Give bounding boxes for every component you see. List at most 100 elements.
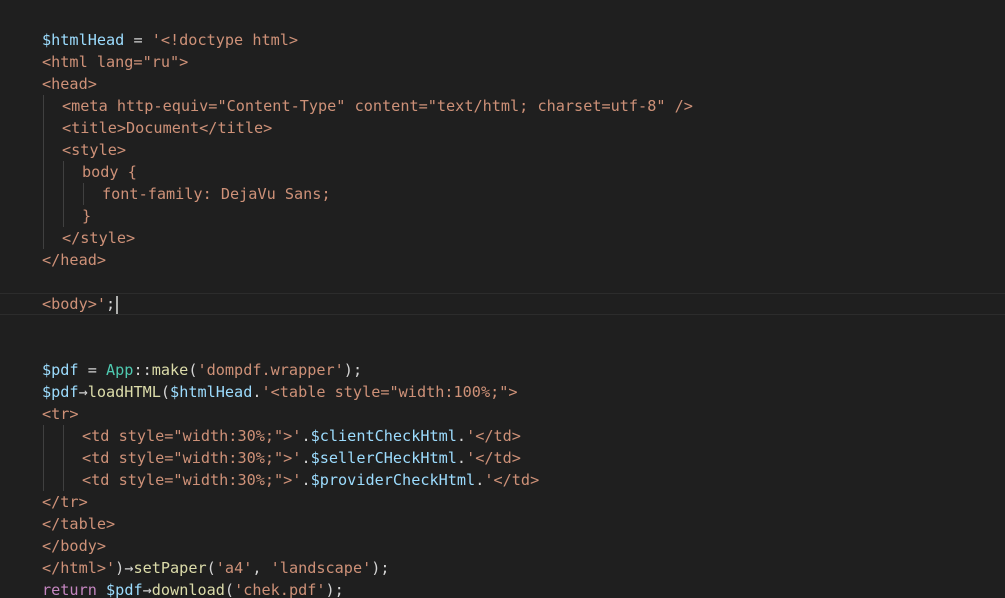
code-line[interactable]: <title>Document</title> xyxy=(42,117,693,139)
code-token: $pdf xyxy=(42,361,79,379)
code-token: </html>' xyxy=(42,559,116,577)
code-token: <title>Document</title> xyxy=(62,119,273,137)
line-content: $htmlHead = '<!doctype html> xyxy=(42,31,298,49)
code-line[interactable]: body { xyxy=(42,161,693,183)
code-token: } xyxy=(82,207,92,225)
code-token: <tr> xyxy=(42,405,79,423)
code-token: </head> xyxy=(42,251,107,269)
code-token: $htmlHead xyxy=(42,31,125,49)
code-token: ( xyxy=(224,581,235,598)
code-line[interactable]: $pdf = App::make('dompdf.wrapper'); xyxy=(42,359,693,381)
code-token: '</td> xyxy=(484,471,540,489)
code-token: . xyxy=(301,427,311,445)
code-token: body { xyxy=(82,163,137,181)
line-content: <meta http-equiv="Content-Type" content=… xyxy=(42,97,693,115)
code-token: App xyxy=(106,361,134,379)
line-content: } xyxy=(42,207,91,225)
code-token: = xyxy=(124,31,152,49)
code-line[interactable]: </html>')→setPaper('a4', 'landscape'); xyxy=(42,557,693,579)
line-content: <td style="width:30%;">'.$clientCheckHtm… xyxy=(42,427,521,445)
code-line[interactable]: $pdf→loadHTML($htmlHead.'<table style="w… xyxy=(42,381,693,403)
line-content: </body> xyxy=(42,537,106,555)
code-token: <body>' xyxy=(42,295,107,313)
line-content: $pdf→loadHTML($htmlHead.'<table style="w… xyxy=(42,383,518,401)
code-line[interactable] xyxy=(42,315,693,337)
code-token: $htmlHead xyxy=(170,383,253,401)
code-line[interactable]: <meta http-equiv="Content-Type" content=… xyxy=(42,95,693,117)
code-token: '</td> xyxy=(466,427,521,445)
code-token: ( xyxy=(206,559,216,577)
code-token: ) xyxy=(115,559,125,577)
line-content: </head> xyxy=(42,251,106,269)
code-line[interactable]: font-family: DejaVu Sans; xyxy=(42,183,693,205)
code-token: <meta http-equiv="Content-Type" content=… xyxy=(62,97,693,115)
code-token: setPaper xyxy=(133,559,207,577)
code-line[interactable]: <body>'; xyxy=(42,293,693,315)
line-content: </style> xyxy=(42,229,135,247)
line-content: <head> xyxy=(42,75,97,93)
line-content: <td style="width:30%;">'.$sellerCHeckHtm… xyxy=(42,449,521,467)
code-token: <html lang="ru"> xyxy=(42,53,189,71)
code-line[interactable]: </tr> xyxy=(42,491,693,513)
code-token: </table> xyxy=(42,515,116,533)
code-line[interactable]: </body> xyxy=(42,535,693,557)
code-token: <style> xyxy=(62,141,127,159)
code-token: $sellerCHeckHtml xyxy=(310,449,457,467)
code-token: <head> xyxy=(42,75,97,93)
line-content: <style> xyxy=(42,141,126,159)
code-token: . xyxy=(456,449,467,467)
code-token: . xyxy=(475,471,485,489)
code-token: 'a4' xyxy=(215,559,253,577)
line-content: $pdf = App::make('dompdf.wrapper'); xyxy=(42,361,362,379)
code-token: = xyxy=(78,361,107,379)
code-token: $clientCheckHtml xyxy=(310,427,457,445)
line-content: <title>Document</title> xyxy=(42,119,272,137)
code-token: . xyxy=(301,471,311,489)
code-line[interactable]: <head> xyxy=(42,73,693,95)
code-editor[interactable]: $htmlHead = '<!doctype html> <html lang="… xyxy=(0,0,1005,598)
code-line[interactable]: <html lang="ru"> xyxy=(42,51,693,73)
code-area[interactable]: $htmlHead = '<!doctype html> <html lang="… xyxy=(42,29,693,598)
line-content: <td style="width:30%;">'.$providerCheckH… xyxy=(42,471,539,489)
code-token: download xyxy=(151,581,225,598)
code-token: <td style="width:30%;">' xyxy=(82,449,302,467)
code-token: . xyxy=(301,449,311,467)
code-token: 'dompdf.wrapper' xyxy=(197,361,344,379)
code-token: :: xyxy=(133,361,152,379)
code-line[interactable]: </head> xyxy=(42,249,693,271)
code-token: , xyxy=(252,559,271,577)
code-line[interactable] xyxy=(42,271,693,293)
code-token: make xyxy=(151,361,189,379)
code-token: <td style="width:30%;">' xyxy=(82,471,302,489)
code-token: loadHTML xyxy=(87,383,161,401)
code-line[interactable]: <td style="width:30%;">'.$sellerCHeckHtm… xyxy=(42,447,693,469)
code-token: $pdf xyxy=(42,383,79,401)
code-token: '<!doctype html> xyxy=(151,31,299,49)
code-token: </style> xyxy=(62,229,136,247)
code-line[interactable]: <td style="width:30%;">'.$providerCheckH… xyxy=(42,469,693,491)
code-line[interactable]: <td style="width:30%;">'.$clientCheckHtm… xyxy=(42,425,693,447)
code-token: font-family: DejaVu Sans; xyxy=(102,185,331,203)
code-line[interactable]: return $pdf→download('chek.pdf'); xyxy=(42,579,693,598)
code-line[interactable]: </style> xyxy=(42,227,693,249)
line-content: </tr> xyxy=(42,493,88,511)
code-line[interactable]: } xyxy=(42,205,693,227)
code-token: $pdf xyxy=(106,581,143,598)
code-line[interactable]: $htmlHead = '<!doctype html> xyxy=(42,29,693,51)
code-token: </tr> xyxy=(42,493,88,511)
code-token: </body> xyxy=(42,537,107,555)
code-line[interactable] xyxy=(42,337,693,359)
code-token: ); xyxy=(343,361,363,379)
line-content: body { xyxy=(42,163,137,181)
code-line[interactable]: <style> xyxy=(42,139,693,161)
line-content: </table> xyxy=(42,515,115,533)
code-token: ); xyxy=(371,559,390,577)
code-token: return xyxy=(42,581,97,598)
code-token: . xyxy=(456,427,467,445)
line-content: <tr> xyxy=(42,405,79,423)
text-cursor xyxy=(116,295,119,314)
code-line[interactable]: </table> xyxy=(42,513,693,535)
code-line[interactable]: <tr> xyxy=(42,403,693,425)
line-content: return $pdf→download('chek.pdf'); xyxy=(42,581,344,598)
